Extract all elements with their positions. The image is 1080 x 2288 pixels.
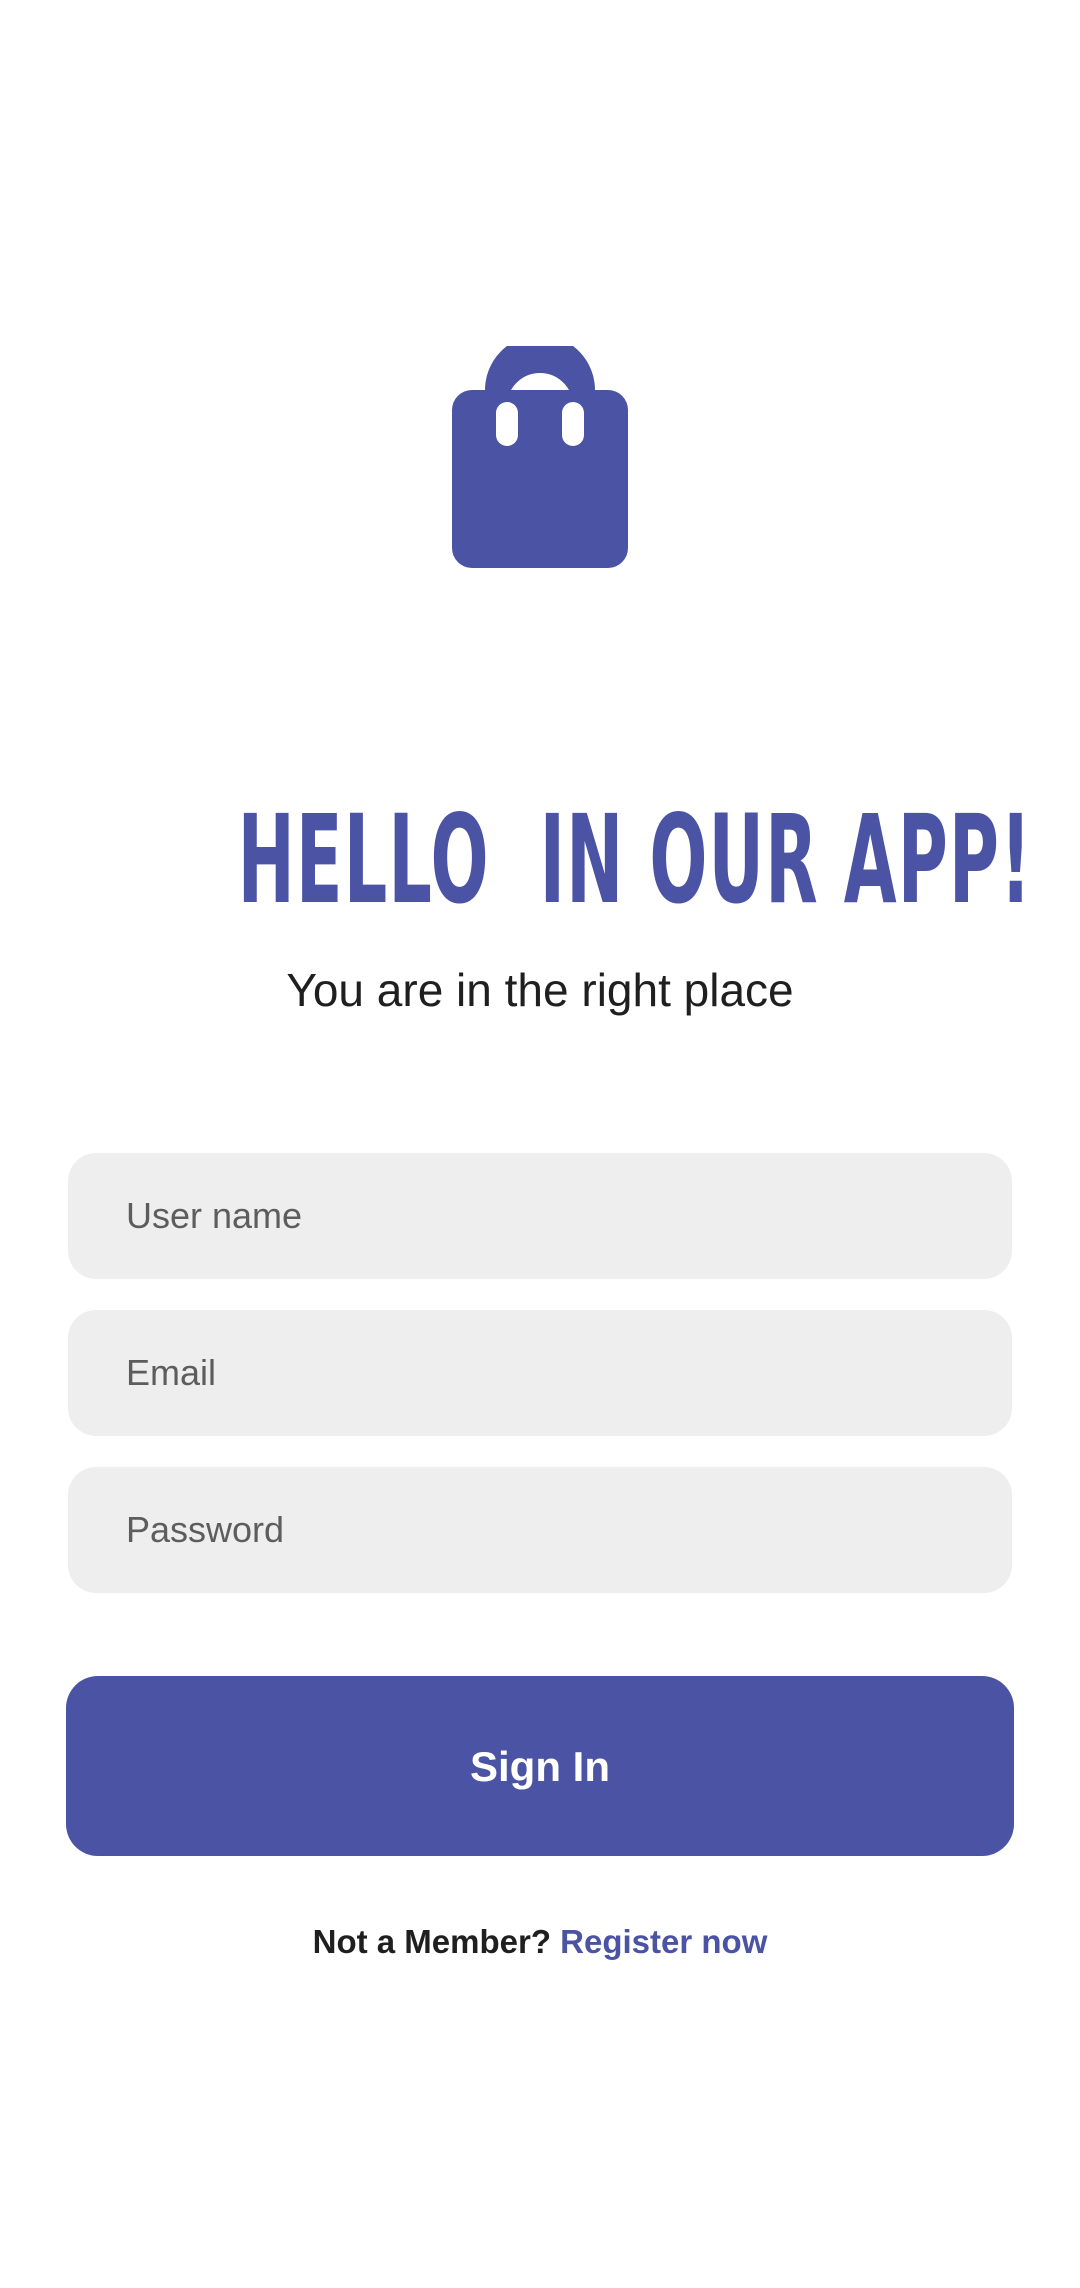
welcome-subtitle: You are in the right place bbox=[286, 964, 794, 1016]
register-prompt: Not a Member? Register now bbox=[0, 1918, 1080, 1966]
not-member-text: Not a Member? bbox=[312, 1923, 551, 1960]
username-field[interactable] bbox=[68, 1153, 1012, 1279]
welcome-title: HELLO IN OUR APP! bbox=[237, 789, 1033, 931]
email-input[interactable] bbox=[126, 1310, 1012, 1436]
register-now-link[interactable]: Register now bbox=[560, 1923, 767, 1960]
email-field[interactable] bbox=[68, 1310, 1012, 1436]
password-field[interactable] bbox=[68, 1467, 1012, 1593]
password-input[interactable] bbox=[126, 1467, 1012, 1593]
sign-in-button[interactable]: Sign In bbox=[66, 1676, 1014, 1856]
username-input[interactable] bbox=[126, 1153, 1012, 1279]
shopping-bag-icon bbox=[452, 346, 628, 568]
